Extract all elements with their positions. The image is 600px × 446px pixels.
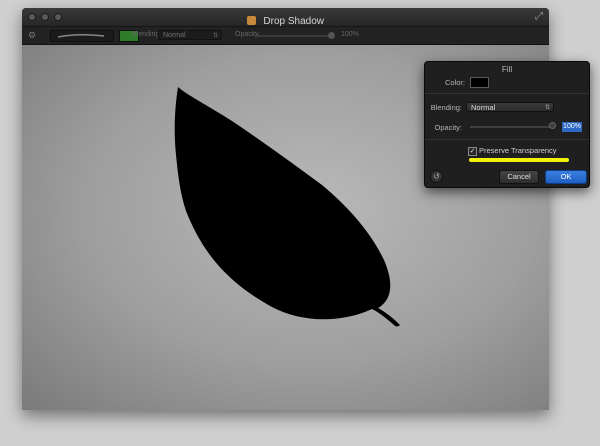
ok-button[interactable]: OK [545, 170, 587, 184]
opacity-label: Opacity: [434, 123, 462, 132]
color-label: Color: [444, 78, 465, 87]
gear-icon[interactable]: ⚙ [28, 30, 36, 41]
opacity-value-field[interactable]: 100% [562, 122, 582, 132]
toolbar-opacity-knob[interactable] [328, 32, 335, 39]
cancel-button[interactable]: Cancel [499, 170, 539, 184]
chevron-updown-icon: ⇅ [544, 105, 550, 111]
blending-select[interactable]: Normal ⇅ [466, 102, 554, 112]
brush-stroke-icon [57, 33, 105, 38]
panel-divider [425, 139, 589, 140]
fullscreen-icon[interactable]: ⤢ [535, 11, 543, 22]
toolbar-opacity-value: 100% [341, 31, 359, 38]
toolbar-blending-value: Normal [163, 32, 186, 39]
panel-divider [425, 93, 589, 94]
chevron-updown-icon: ⇅ [212, 33, 218, 39]
yellow-highlight-mark [469, 158, 569, 162]
brush-preview[interactable] [50, 30, 114, 42]
toolbar-opacity-slider[interactable] [255, 35, 333, 37]
opacity-slider-knob[interactable] [549, 122, 556, 129]
preserve-transparency-checkbox[interactable]: ✓ [468, 147, 477, 156]
opacity-slider[interactable] [470, 126, 550, 128]
document-icon [246, 16, 256, 25]
blending-value: Normal [471, 103, 496, 112]
fill-color-swatch[interactable] [470, 77, 489, 88]
toolbar-blending-label: Blending [132, 31, 160, 38]
toolbar: ⚙ Blending Normal ⇅ Opacity 100% [22, 27, 549, 45]
blending-label: Blending: [430, 103, 462, 112]
fill-panel: Fill Color: Blending: Normal ⇅ Opacity: … [424, 61, 590, 188]
preserve-transparency-label[interactable]: Preserve Transparency [479, 146, 557, 155]
reset-icon[interactable]: ↺ [430, 170, 443, 183]
fill-panel-title: Fill [501, 65, 513, 74]
window-title: Drop Shadow [263, 16, 325, 27]
toolbar-blending-select[interactable]: Normal ⇅ [158, 30, 222, 40]
title-bar[interactable]: Drop Shadow ⤢ [22, 8, 549, 27]
